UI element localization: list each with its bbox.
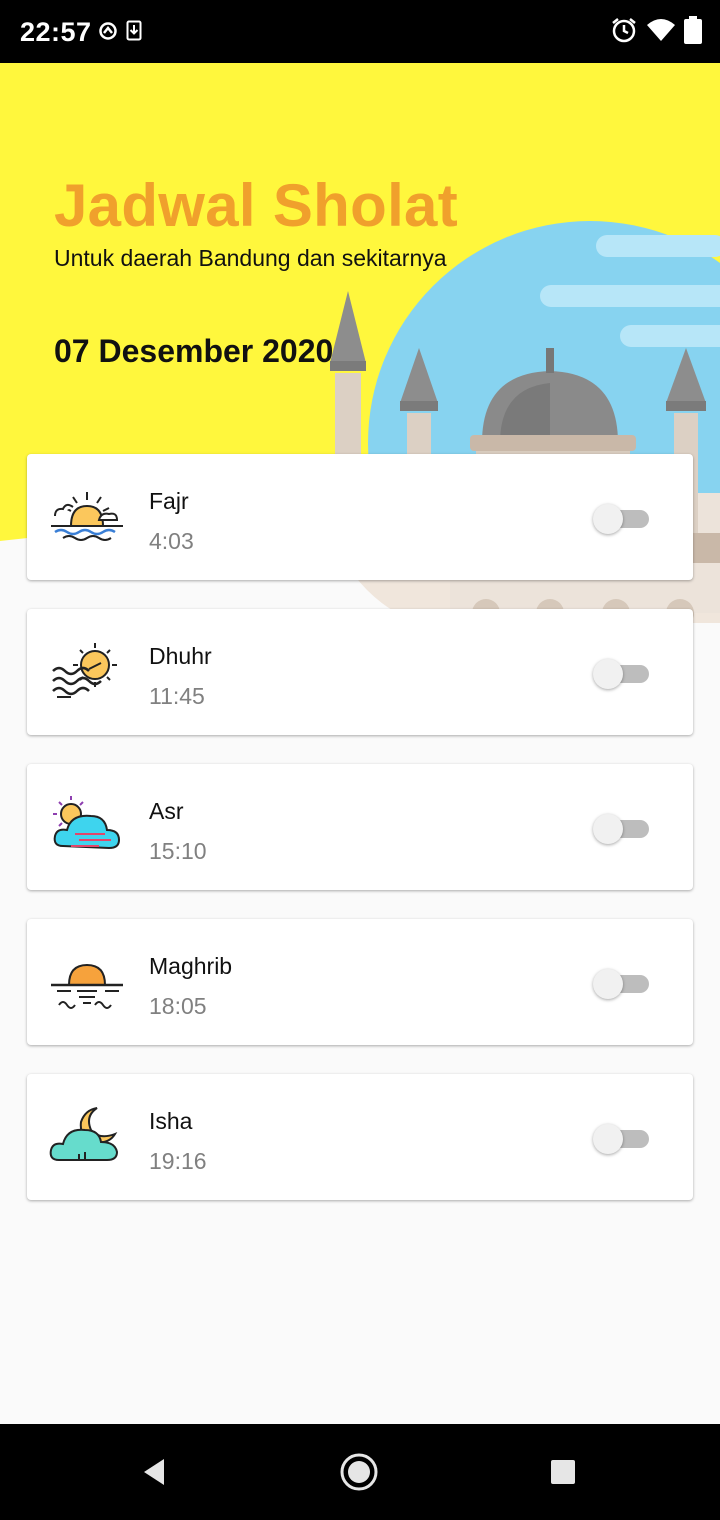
- sun-wind-icon: [52, 643, 117, 698]
- page-subtitle: Untuk daerah Bandung dan sekitarnya: [54, 245, 447, 271]
- status-time: 22:57: [20, 17, 92, 47]
- battery-icon: [684, 16, 702, 44]
- sunset-icon: [51, 963, 123, 1009]
- status-bar: 22:57: [0, 0, 720, 63]
- moon-cloud-icon: [49, 1107, 119, 1161]
- toggle-thumb: [593, 814, 623, 844]
- back-icon: [144, 1459, 164, 1485]
- alarm-toggle-maghrib[interactable]: [593, 968, 649, 999]
- prayer-name: Maghrib: [149, 953, 233, 979]
- home-button[interactable]: [337, 1450, 381, 1494]
- download-icon: [126, 20, 142, 41]
- toggle-thumb: [593, 504, 623, 534]
- sync-icon: [99, 22, 117, 40]
- prayer-name: Dhuhr: [149, 643, 212, 669]
- prayer-card-asr: Asr 15:10: [27, 764, 693, 890]
- toggle-thumb: [593, 969, 623, 999]
- date-label: 07 Desember 2020: [54, 333, 334, 369]
- prayer-name: Asr: [149, 798, 184, 824]
- alarm-icon: [612, 18, 636, 43]
- toggle-thumb: [593, 659, 623, 689]
- alarm-toggle-fajr[interactable]: [593, 503, 649, 534]
- prayer-card-isha: Isha 19:16: [27, 1074, 693, 1200]
- recents-button[interactable]: [541, 1450, 585, 1494]
- prayer-time: 4:03: [149, 528, 194, 554]
- prayer-time: 11:45: [149, 683, 205, 709]
- alarm-toggle-asr[interactable]: [593, 813, 649, 844]
- prayer-name: Isha: [149, 1108, 193, 1134]
- prayer-card-fajr: Fajr 4:03: [27, 454, 693, 580]
- back-button[interactable]: [132, 1450, 176, 1494]
- recents-icon: [551, 1460, 575, 1484]
- prayer-name: Fajr: [149, 488, 189, 514]
- sunrise-icon: [51, 492, 123, 541]
- alarm-toggle-dhuhr[interactable]: [593, 658, 649, 689]
- prayer-time: 19:16: [149, 1148, 207, 1174]
- wifi-icon: [647, 19, 675, 41]
- alarm-toggle-isha[interactable]: [593, 1123, 649, 1154]
- prayer-card-maghrib: Maghrib 18:05: [27, 919, 693, 1045]
- home-icon: [340, 1453, 378, 1491]
- navigation-bar: [0, 1424, 720, 1520]
- toggle-thumb: [593, 1124, 623, 1154]
- prayer-time: 15:10: [149, 838, 207, 864]
- prayer-card-dhuhr: Dhuhr 11:45: [27, 609, 693, 735]
- prayer-time: 18:05: [149, 993, 207, 1019]
- page-title: Jadwal Sholat: [54, 172, 459, 239]
- sun-cloud-icon: [53, 796, 121, 850]
